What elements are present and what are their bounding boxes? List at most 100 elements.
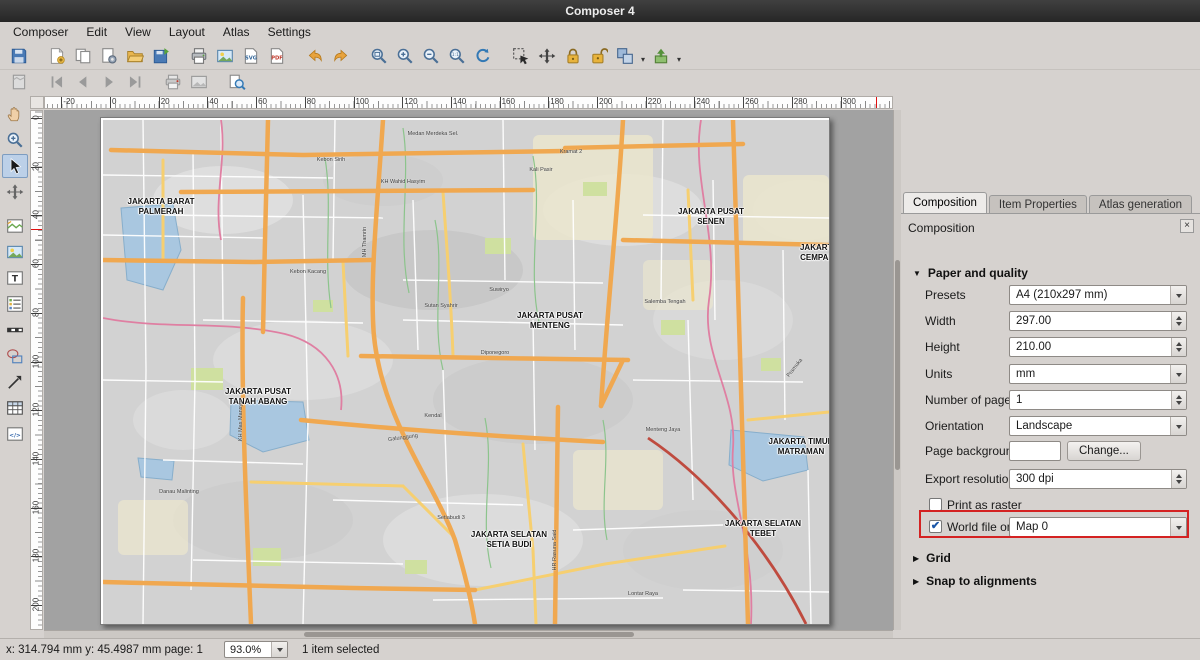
add-legend-button[interactable] <box>2 292 28 316</box>
undo-button[interactable] <box>302 44 328 68</box>
load-template-button[interactable] <box>122 44 148 68</box>
next-icon <box>100 73 118 91</box>
atlas-export-button[interactable] <box>186 70 212 94</box>
svg-file-icon: SVG <box>242 47 260 65</box>
prev-icon <box>74 73 92 91</box>
zoom-full-button[interactable] <box>366 44 392 68</box>
lock-items-button[interactable] <box>560 44 586 68</box>
width-spinbox[interactable]: 297.00 <box>1009 311 1187 331</box>
h-ruler-tick <box>451 97 452 108</box>
pages-spinbox[interactable]: 1 <box>1009 390 1187 410</box>
pages-row: Number of pages 1 <box>901 390 1200 410</box>
atlas-first-feature-button[interactable] <box>44 70 70 94</box>
district-label: JAKARTA SELATANSETIA BUDI <box>471 530 547 550</box>
units-row: Units mm <box>901 364 1200 384</box>
presets-combo[interactable]: A4 (210x297 mm) <box>1009 285 1187 305</box>
street-label: MH Thamrin <box>362 227 368 257</box>
menu-settings[interactable]: Settings <box>259 23 320 41</box>
zoom-out-button[interactable] <box>418 44 444 68</box>
tab-composition[interactable]: Composition <box>903 192 987 213</box>
height-spinbox[interactable]: 210.00 <box>1009 337 1187 357</box>
select-move-item-button[interactable] <box>508 44 534 68</box>
export-resolution-spinbox[interactable]: 300 dpi <box>1009 469 1187 489</box>
tab-item-properties[interactable]: Item Properties <box>989 195 1087 213</box>
paper-quality-section-header[interactable]: ▼ Paper and quality <box>913 266 1028 280</box>
menu-composer[interactable]: Composer <box>4 23 77 41</box>
menu-edit[interactable]: Edit <box>77 23 116 41</box>
page-background-color-swatch[interactable] <box>1009 441 1061 461</box>
tab-atlas-generation[interactable]: Atlas generation <box>1089 195 1192 213</box>
street-label: Kebon Sirih <box>317 157 345 163</box>
menu-view[interactable]: View <box>116 23 160 41</box>
units-combo[interactable]: mm <box>1009 364 1187 384</box>
print-as-raster-checkbox[interactable]: ✔ <box>929 498 942 511</box>
snap-section-header[interactable]: ▶ Snap to alignments <box>913 574 1037 588</box>
atlas-export-icon <box>190 73 208 91</box>
export-pdf-button[interactable]: PDF <box>264 44 290 68</box>
new-composer-button[interactable] <box>44 44 70 68</box>
zoom-actual-button[interactable]: 1:1 <box>444 44 470 68</box>
atlas-next-feature-button[interactable] <box>96 70 122 94</box>
atlas-prev-feature-button[interactable] <box>70 70 96 94</box>
print-button[interactable] <box>186 44 212 68</box>
zoom-level-combo[interactable]: 93.0% <box>224 641 288 658</box>
add-scalebar-button[interactable] <box>2 318 28 342</box>
composer-manager-button[interactable] <box>96 44 122 68</box>
width-spin-arrows-icon[interactable] <box>1171 312 1186 330</box>
atlas-preview-button[interactable] <box>6 70 32 94</box>
add-arrow-button[interactable] <box>2 370 28 394</box>
add-scalebar-icon <box>6 321 24 339</box>
presets-value: A4 (210x297 mm) <box>1016 289 1107 301</box>
atlas-last-feature-button[interactable] <box>122 70 148 94</box>
atlas-preview-icon <box>10 73 28 91</box>
composition-canvas[interactable]: JAKARTA BARATPALMERAHJAKARTA PUSATSENENJ… <box>44 110 893 630</box>
item-toolbar: T </> <box>1 102 29 446</box>
duplicate-composer-button[interactable] <box>70 44 96 68</box>
street-label: KH Wahid Hasyim <box>381 179 425 185</box>
zoom-in-button[interactable] <box>392 44 418 68</box>
select-move-item-tool-button[interactable] <box>2 154 28 178</box>
grid-section-header[interactable]: ▶ Grid <box>913 551 951 565</box>
orientation-combo[interactable]: Landscape <box>1009 416 1187 436</box>
add-html-button[interactable]: </> <box>2 422 28 446</box>
page-background-change-button[interactable]: Change... <box>1067 441 1141 461</box>
world-file-map-combo[interactable]: Map 0 <box>1009 517 1187 537</box>
zoom-tool-button[interactable] <box>2 128 28 152</box>
horizontal-scrollbar[interactable] <box>44 630 893 638</box>
atlas-settings-button[interactable] <box>224 70 250 94</box>
add-image-button[interactable] <box>2 240 28 264</box>
vertical-scrollbar-thumb[interactable] <box>895 260 900 470</box>
save-template-button[interactable] <box>148 44 174 68</box>
pages-spin-arrows-icon[interactable] <box>1171 391 1186 409</box>
menu-atlas[interactable]: Atlas <box>214 23 259 41</box>
map-item[interactable]: JAKARTA BARATPALMERAHJAKARTA PUSATSENENJ… <box>103 120 829 624</box>
refresh-view-button[interactable] <box>470 44 496 68</box>
redo-button[interactable] <box>328 44 354 68</box>
raise-icon <box>652 47 670 65</box>
group-items-button[interactable] <box>612 44 638 68</box>
vertical-scrollbar[interactable] <box>893 110 901 630</box>
add-attribute-table-button[interactable] <box>2 396 28 420</box>
add-shape-button[interactable] <box>2 344 28 368</box>
raise-items-dropdown[interactable]: ▾ <box>674 44 684 68</box>
export-image-button[interactable] <box>212 44 238 68</box>
paper-page[interactable]: JAKARTA BARATPALMERAHJAKARTA PUSATSENENJ… <box>100 117 830 625</box>
menu-layout[interactable]: Layout <box>160 23 214 41</box>
group-items-dropdown[interactable]: ▾ <box>638 44 648 68</box>
raise-items-button[interactable] <box>648 44 674 68</box>
pan-tool-button[interactable] <box>2 102 28 126</box>
h-ruler-number: 100 <box>356 97 369 106</box>
add-map-button[interactable] <box>2 214 28 238</box>
move-item-content-button[interactable] <box>534 44 560 68</box>
world-file-checkbox[interactable]: ✔ <box>929 520 942 533</box>
height-spin-arrows-icon[interactable] <box>1171 338 1186 356</box>
add-label-button[interactable]: T <box>2 266 28 290</box>
atlas-print-button[interactable] <box>160 70 186 94</box>
save-project-button[interactable] <box>6 44 32 68</box>
export-resolution-spin-arrows-icon[interactable] <box>1171 470 1186 488</box>
unlock-items-button[interactable] <box>586 44 612 68</box>
export-svg-button[interactable]: SVG <box>238 44 264 68</box>
horizontal-scrollbar-thumb[interactable] <box>304 632 634 637</box>
panel-close-button[interactable]: × <box>1180 219 1194 233</box>
move-content-tool-button[interactable] <box>2 180 28 204</box>
